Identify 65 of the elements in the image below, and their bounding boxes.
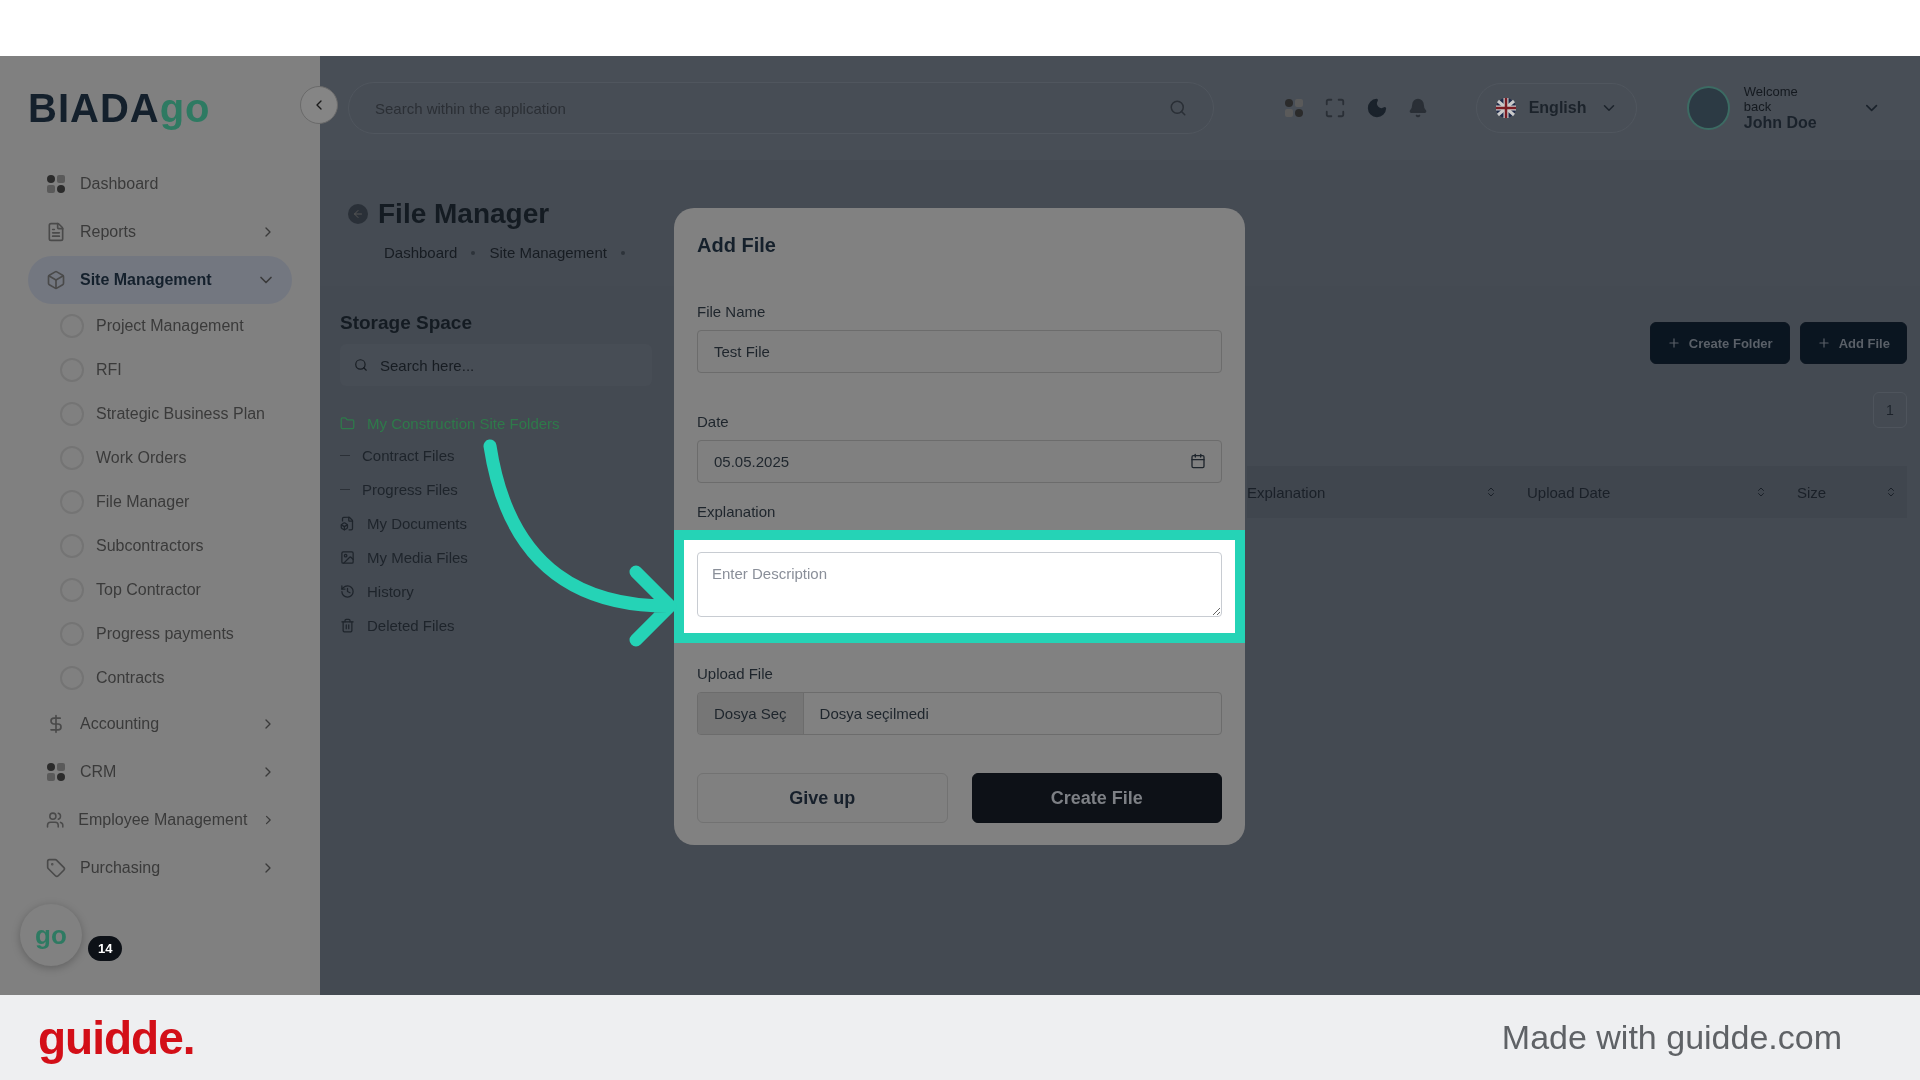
choose-file-button[interactable]: Dosya Seç (698, 693, 804, 734)
plus-icon (1816, 336, 1831, 350)
action-button[interactable]: Create Folder (1649, 322, 1790, 364)
sidebar-subitem[interactable]: Work Orders (28, 436, 292, 480)
file-status-text: Dosya seçilmedi (818, 704, 930, 724)
sidebar-item[interactable]: Site Management (28, 256, 292, 304)
field-label: File Name (697, 303, 767, 320)
sidebar-subitem[interactable]: Contracts (28, 656, 292, 700)
cube-icon (46, 270, 66, 290)
trash-icon (340, 617, 355, 633)
field-label: Explanation (697, 503, 777, 520)
grid-icon (46, 174, 66, 194)
dialog-title: Add File (697, 234, 777, 257)
sidebar-item-label: Purchasing (80, 859, 162, 877)
document-icon (46, 222, 66, 242)
cancel-button[interactable]: Give up (697, 773, 948, 823)
flag-icon (1494, 97, 1517, 119)
calendar-icon[interactable] (1190, 453, 1206, 469)
sidebar-subitem[interactable]: Strategic Business Plan (28, 392, 292, 436)
collapse-button[interactable] (300, 86, 338, 124)
sidebar-item[interactable]: Reports (28, 208, 292, 256)
date-field[interactable]: 05.05.2025 (697, 440, 1222, 483)
moon-icon[interactable] (1365, 97, 1388, 119)
sidebar-subitem[interactable]: File Manager (28, 480, 292, 524)
sidebar-item-label: Site Management (80, 271, 213, 289)
field-label: Upload File (697, 665, 774, 682)
people-icon (46, 810, 65, 830)
sidebar-item-label: CRM (80, 763, 118, 781)
action-button[interactable]: Add File (1799, 322, 1907, 364)
footer-note: Made with guidde.com (1501, 1018, 1842, 1057)
document-icon (340, 515, 355, 531)
sidebar-item-label: Reports (80, 223, 138, 241)
create-button[interactable]: Create File (971, 773, 1222, 823)
brand-logo: guidde. (38, 1010, 195, 1065)
sidebar-subitem[interactable]: Project Management (28, 304, 292, 348)
search-icon (354, 358, 368, 372)
sidebar-item-label: Employee Management (78, 811, 248, 829)
sidebar-subitem[interactable]: Progress payments (28, 612, 292, 656)
sidebar-item[interactable]: Employee Management (28, 796, 292, 844)
sidebar-item[interactable]: Purchasing (28, 844, 292, 892)
avatar[interactable] (1687, 86, 1730, 130)
sidebar-item-label: Accounting (80, 715, 161, 733)
field-label: Date (697, 413, 730, 430)
tag-icon (46, 858, 66, 878)
sidebar-subitem[interactable]: RFI (28, 348, 292, 392)
file-upload-field[interactable]: Dosya Seç Dosya seçilmedi (697, 692, 1222, 735)
sidebar-item-label: Dashboard (80, 175, 160, 193)
file-name-field[interactable]: Test File (697, 330, 1222, 373)
grid-icon (46, 762, 66, 782)
logo: BIADAgo (28, 85, 211, 131)
fullscreen-icon[interactable] (1323, 97, 1346, 119)
plus-icon (1666, 336, 1681, 350)
sidebar-item[interactable]: CRM (28, 748, 292, 796)
apps-icon[interactable] (1283, 98, 1304, 118)
sidebar-item[interactable]: Dashboard (28, 160, 292, 208)
sidebar-subitem[interactable]: Subcontractors (28, 524, 292, 568)
folder-icon (340, 415, 355, 431)
image-icon (340, 549, 355, 565)
sidebar-item[interactable]: Accounting (28, 700, 292, 748)
search-icon[interactable] (1168, 99, 1187, 117)
description-field[interactable]: Enter Description (697, 552, 1222, 617)
history-icon (340, 583, 355, 599)
bell-icon[interactable] (1407, 98, 1428, 118)
back-icon[interactable] (348, 204, 368, 224)
sidebar-subitem[interactable]: Top Contractor (28, 568, 292, 612)
